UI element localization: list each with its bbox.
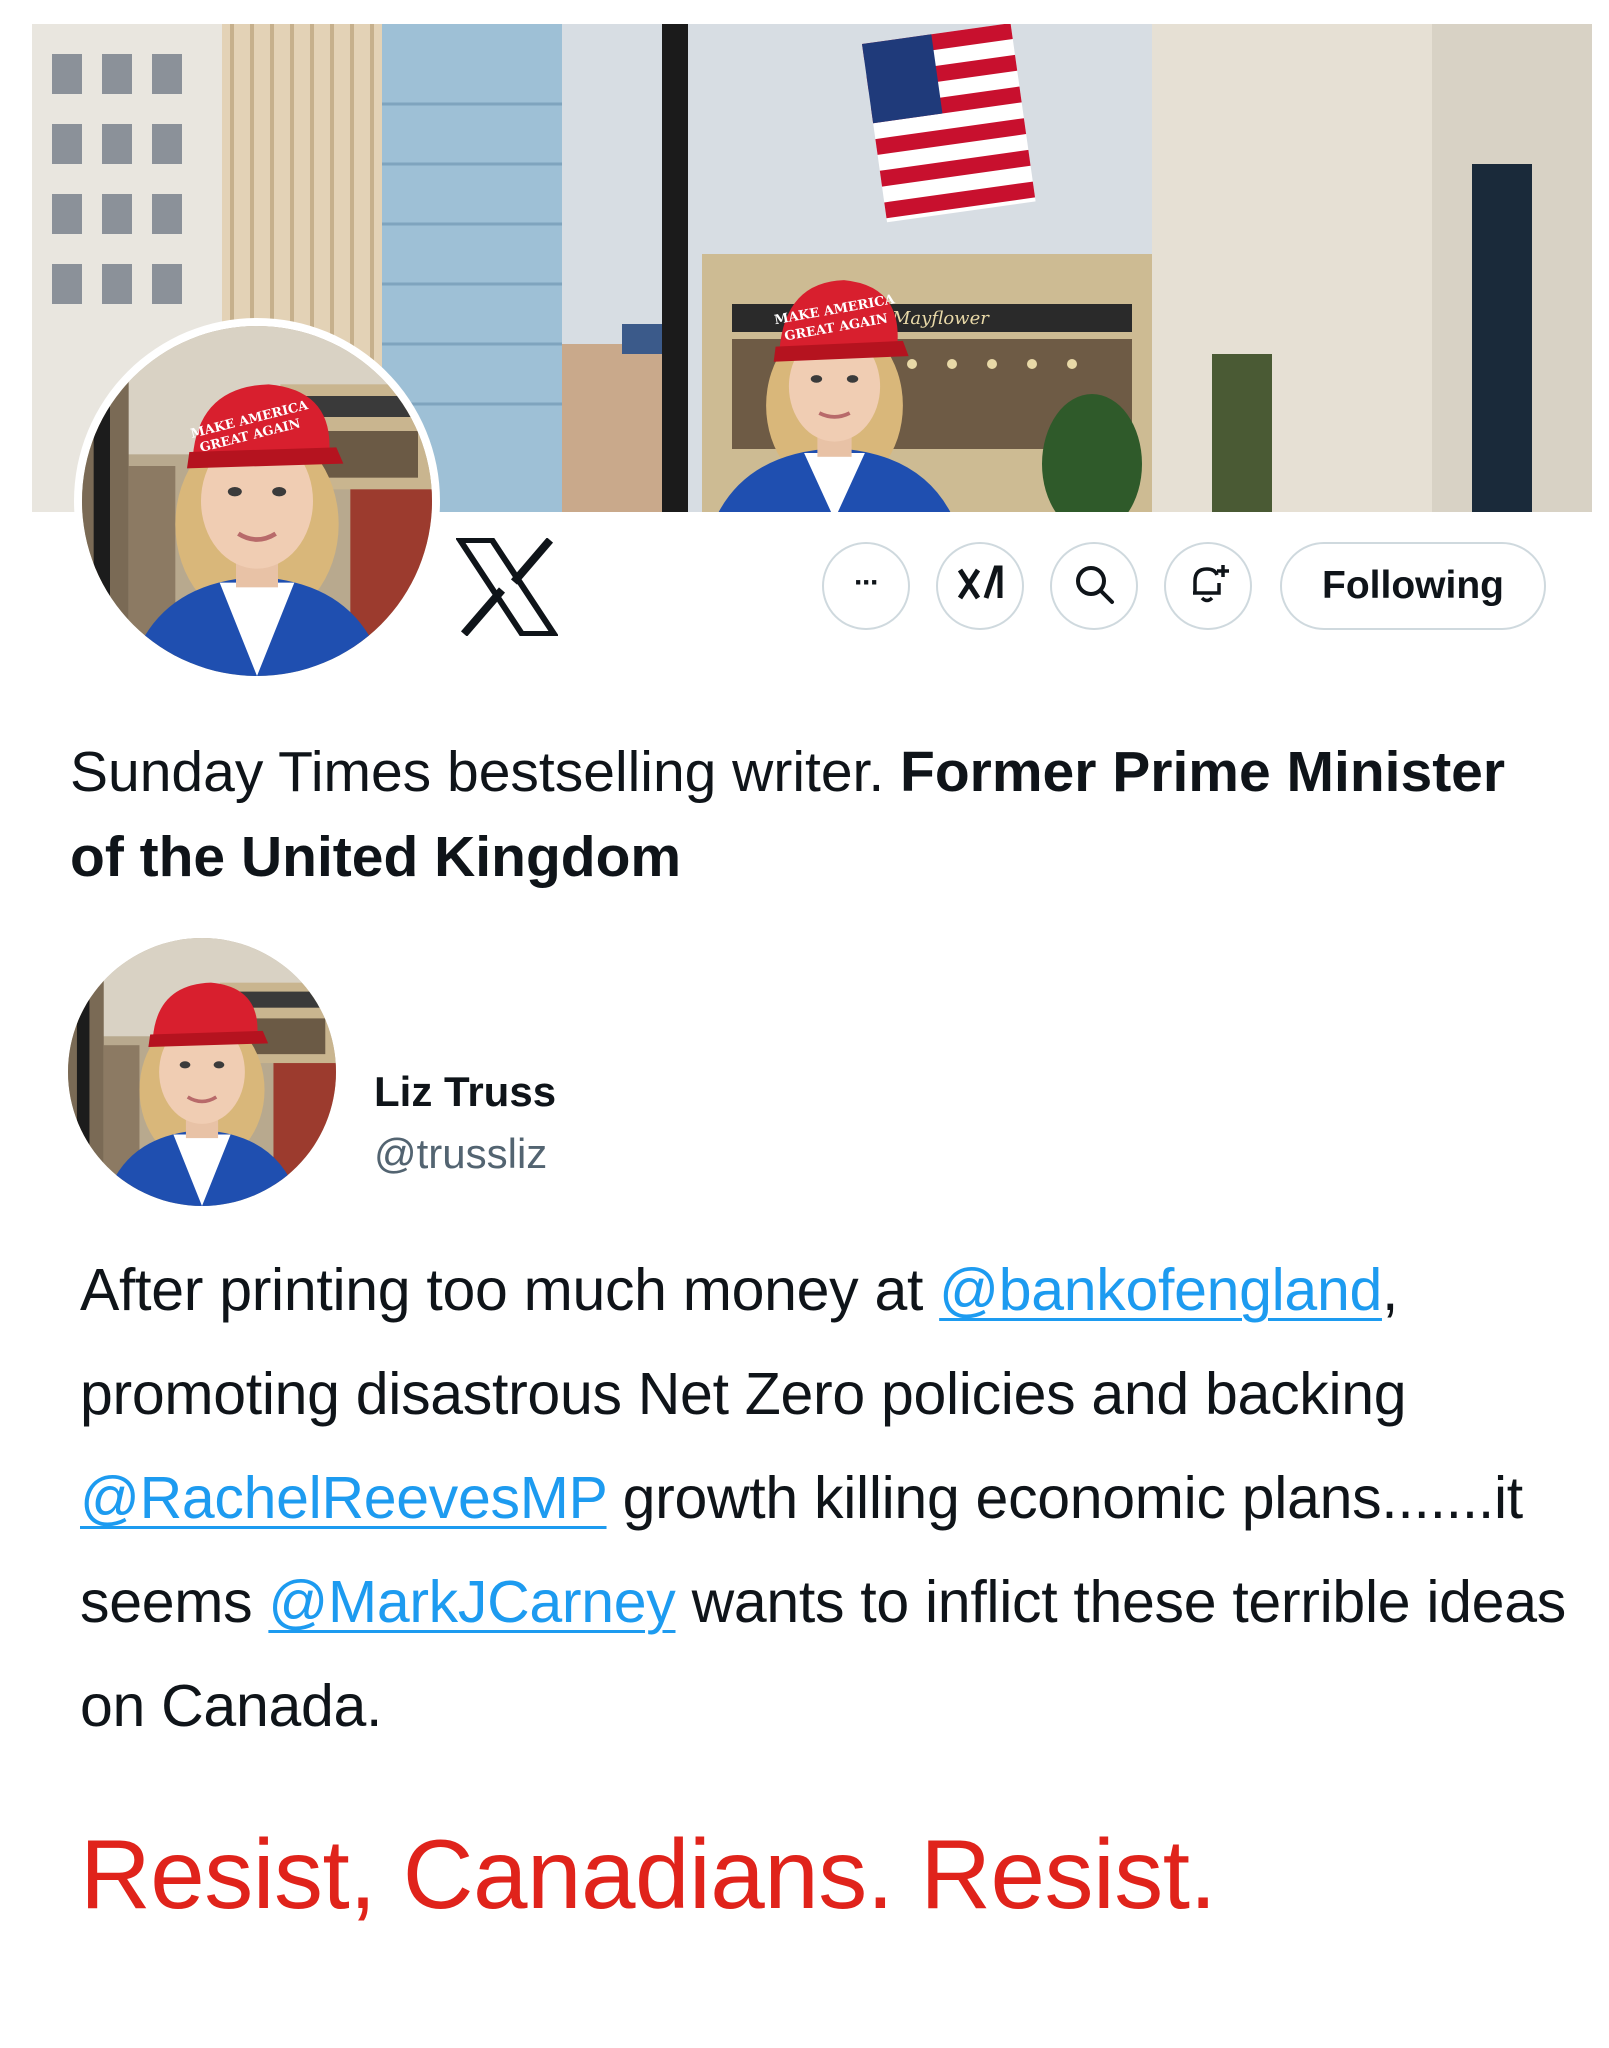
following-button[interactable]: Following [1280, 542, 1546, 630]
notification-bell-icon [1185, 561, 1231, 612]
bio-text: Sunday Times bestselling writer. [70, 740, 901, 804]
search-button[interactable] [1050, 542, 1138, 630]
tweet-author-avatar[interactable] [68, 938, 336, 1206]
tweet-text: After printing too much money at @bankof… [80, 1238, 1580, 1758]
x-logo-icon [454, 537, 560, 637]
mention-link-bankofengland[interactable]: @bankofengland [939, 1257, 1382, 1323]
notification-button[interactable] [1164, 542, 1252, 630]
profile-bio: Sunday Times bestselling writer. Former … [70, 730, 1570, 900]
mention-link-rachelreevesmp[interactable]: @RachelReevesMP [80, 1465, 607, 1531]
banner-hotel-sign: Mayflower [891, 308, 990, 329]
search-icon [1073, 563, 1115, 610]
more-options-button[interactable]: ··· [822, 542, 910, 630]
grok-icon [956, 564, 1004, 609]
grok-button[interactable] [936, 542, 1024, 630]
mention-link-markjcarney[interactable]: @MarkJCarney [268, 1569, 675, 1635]
profile-avatar[interactable]: MAKE AMERICA GREAT AGAIN [74, 318, 440, 684]
tweet-text-part: After printing too much money at [80, 1257, 940, 1323]
more-icon: ··· [854, 566, 880, 599]
tweet-author-handle[interactable]: @trussliz [374, 1130, 547, 1178]
caption-text: Resist, Canadians. Resist. [80, 1819, 1217, 1929]
tweet-author-name[interactable]: Liz Truss [374, 1068, 556, 1116]
